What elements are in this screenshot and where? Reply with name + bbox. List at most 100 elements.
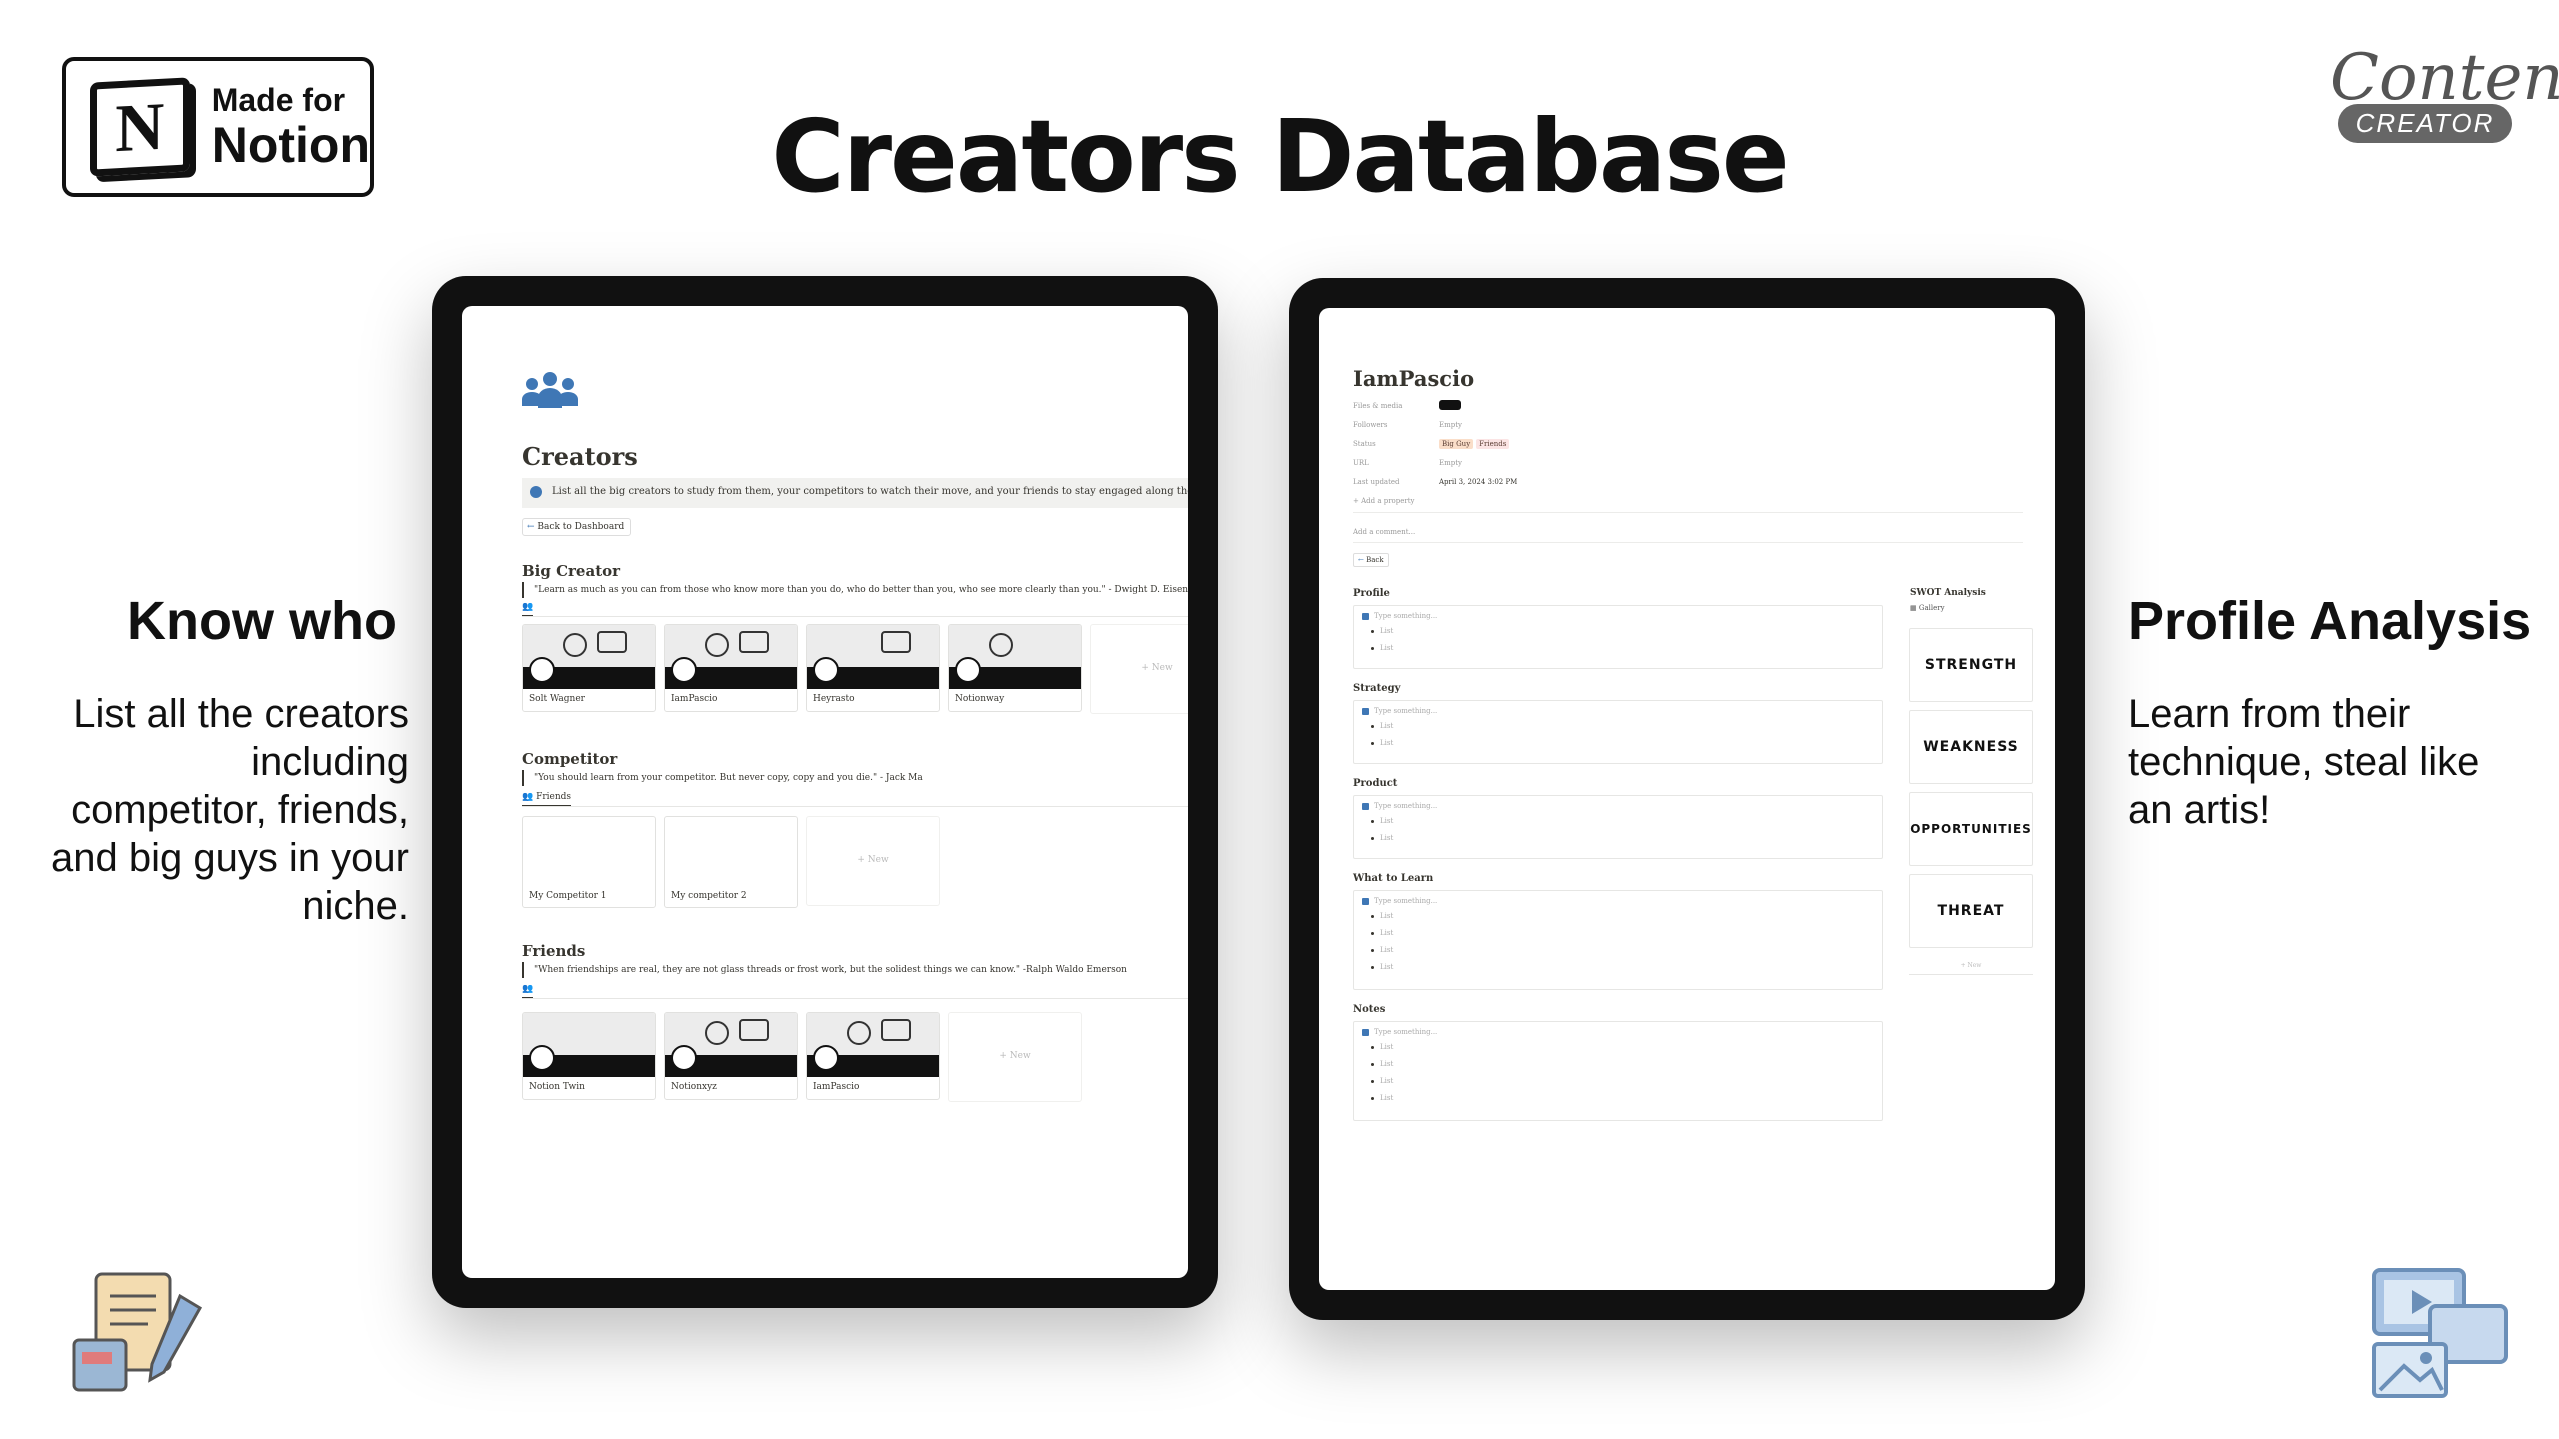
list-item: List bbox=[1362, 640, 1882, 657]
card-name: Notionxyz bbox=[671, 1082, 717, 1092]
swot-card-threat[interactable]: THREAT bbox=[1909, 874, 2033, 948]
list-item: List bbox=[1362, 942, 1882, 959]
placeholder-text: Type something... bbox=[1374, 897, 1438, 905]
section-heading: Profile bbox=[1353, 588, 1390, 599]
section-heading-big-creator: Big Creator bbox=[522, 562, 621, 580]
text-box[interactable]: Type something... List List List List bbox=[1353, 1021, 1883, 1121]
people-small-icon: 👥 bbox=[522, 984, 534, 994]
list-item: List bbox=[1362, 908, 1882, 925]
car-thumbnail-icon bbox=[1439, 400, 1461, 410]
swot-card-strength[interactable]: STRENGTH bbox=[1909, 628, 2033, 702]
profile-title: IamPascio bbox=[1353, 366, 1475, 391]
callout-text: List all the big creators to study from … bbox=[552, 486, 1188, 497]
right-description: Learn from their technique, steal like a… bbox=[2128, 692, 2480, 832]
tablet-creators-list: Creators List all the big creators to st… bbox=[432, 276, 1218, 1308]
creators-screen: Creators List all the big creators to st… bbox=[462, 306, 1188, 1278]
add-comment-input[interactable]: Add a comment... bbox=[1353, 528, 1415, 536]
card-name: My competitor 2 bbox=[671, 891, 747, 901]
property-label: URL bbox=[1353, 459, 1369, 467]
section-heading: What to Learn bbox=[1353, 873, 1434, 884]
card-name: IamPascio bbox=[813, 1082, 860, 1092]
gallery-view-tab[interactable]: ▦ Gallery bbox=[1910, 604, 1945, 612]
quote-friends: "When friendships are real, they are not… bbox=[522, 962, 1188, 978]
media-gallery-icon bbox=[2372, 1268, 2508, 1398]
placeholder-text: Type something... bbox=[1374, 707, 1438, 715]
competitor-card[interactable]: My Competitor 1 bbox=[522, 816, 656, 908]
divider bbox=[522, 806, 1188, 807]
profile-screen: IamPascio Files & media Followers Empty … bbox=[1319, 308, 2055, 1290]
card-name: Solt Wagner bbox=[529, 694, 585, 704]
back-button[interactable]: ← Back bbox=[1353, 553, 1389, 567]
property-label: Followers bbox=[1353, 421, 1388, 429]
new-card-button[interactable]: + New bbox=[806, 816, 940, 906]
info-icon bbox=[1362, 897, 1369, 905]
list-item: List bbox=[1362, 735, 1882, 752]
friend-card[interactable]: Notionxyz bbox=[664, 1012, 798, 1100]
text-box[interactable]: Type something... List List List List bbox=[1353, 890, 1883, 990]
creator-card[interactable]: Heyrasto bbox=[806, 624, 940, 712]
card-name: IamPascio bbox=[671, 694, 718, 704]
text-box[interactable]: Type something... List List bbox=[1353, 605, 1883, 669]
view-label: Gallery bbox=[1918, 604, 1945, 612]
section-heading: Product bbox=[1353, 778, 1398, 789]
placeholder-text: Type something... bbox=[1374, 1028, 1438, 1036]
info-icon bbox=[1362, 802, 1369, 810]
property-label: Files & media bbox=[1353, 402, 1403, 410]
list-item: List bbox=[1362, 1039, 1882, 1056]
add-property-button[interactable]: + Add a property bbox=[1353, 497, 1415, 505]
list-item: List bbox=[1362, 1090, 1882, 1107]
text-box[interactable]: Type something... List List bbox=[1353, 795, 1883, 859]
swot-card-opportunities[interactable]: OPPORTUNITIES bbox=[1909, 792, 2033, 866]
text-box[interactable]: Type something... List List bbox=[1353, 700, 1883, 764]
new-card-button[interactable]: + New bbox=[948, 1012, 1082, 1102]
creator-card[interactable]: Solt Wagner bbox=[522, 624, 656, 712]
logo-pill-text: CREATOR bbox=[2337, 104, 2513, 143]
new-swot-button[interactable]: + New bbox=[1909, 962, 2033, 975]
friend-card[interactable]: IamPascio bbox=[806, 1012, 940, 1100]
section-heading-friends: Friends bbox=[522, 942, 586, 960]
people-small-icon: 👥 bbox=[522, 792, 534, 802]
right-heading: Profile Analysis bbox=[2128, 591, 2532, 651]
arrow-left-icon: ← bbox=[1358, 556, 1364, 564]
list-item: List bbox=[1362, 959, 1882, 976]
property-value[interactable]: Empty bbox=[1439, 421, 1462, 429]
competitor-card[interactable]: My competitor 2 bbox=[664, 816, 798, 908]
section-heading-competitor: Competitor bbox=[522, 750, 618, 768]
list-item: List bbox=[1362, 830, 1882, 847]
property-value[interactable]: Empty bbox=[1439, 459, 1462, 467]
new-card-button[interactable]: + New bbox=[1090, 624, 1188, 714]
arrow-left-icon: ← bbox=[527, 522, 535, 532]
people-small-icon: 👥 bbox=[522, 602, 534, 612]
status-tag: Big Guy bbox=[1439, 439, 1474, 449]
info-callout: List all the big creators to study from … bbox=[522, 478, 1188, 508]
back-label: Back bbox=[1366, 556, 1384, 564]
card-name: Notionway bbox=[955, 694, 1005, 704]
divider bbox=[1353, 512, 2023, 513]
list-item: List bbox=[1362, 623, 1882, 640]
property-label: Status bbox=[1353, 440, 1376, 448]
gallery-view-tab[interactable]: 👥 bbox=[522, 602, 534, 617]
divider bbox=[522, 998, 1188, 999]
creator-card[interactable]: Notionway bbox=[948, 624, 1082, 712]
info-icon bbox=[1362, 612, 1369, 620]
back-to-dashboard-button[interactable]: ← Back to Dashboard bbox=[522, 518, 632, 536]
card-name: Heyrasto bbox=[813, 694, 855, 704]
gallery-view-tab[interactable]: 👥 bbox=[522, 984, 534, 999]
creator-card[interactable]: IamPascio bbox=[664, 624, 798, 712]
info-icon bbox=[1362, 707, 1369, 715]
swot-card-weakness[interactable]: WEAKNESS bbox=[1909, 710, 2033, 784]
page-title: Creators Database bbox=[771, 98, 1789, 215]
list-item: List bbox=[1362, 1056, 1882, 1073]
back-button-label: Back to Dashboard bbox=[537, 522, 625, 532]
gallery-icon: ▦ bbox=[1910, 604, 1917, 612]
status-tags[interactable]: Big Guy Friends bbox=[1439, 439, 1512, 449]
view-tab-label: Friends bbox=[536, 792, 572, 802]
friend-card[interactable]: Notion Twin bbox=[522, 1012, 656, 1100]
document-pen-icon bbox=[72, 1272, 203, 1392]
swot-heading: SWOT Analysis bbox=[1910, 588, 1986, 598]
quote-big-creator: "Learn as much as you can from those who… bbox=[522, 582, 1188, 598]
card-name: Notion Twin bbox=[529, 1082, 585, 1092]
divider bbox=[1353, 542, 2023, 543]
view-tab-friends[interactable]: 👥 Friends bbox=[522, 792, 572, 807]
divider bbox=[522, 616, 1188, 617]
